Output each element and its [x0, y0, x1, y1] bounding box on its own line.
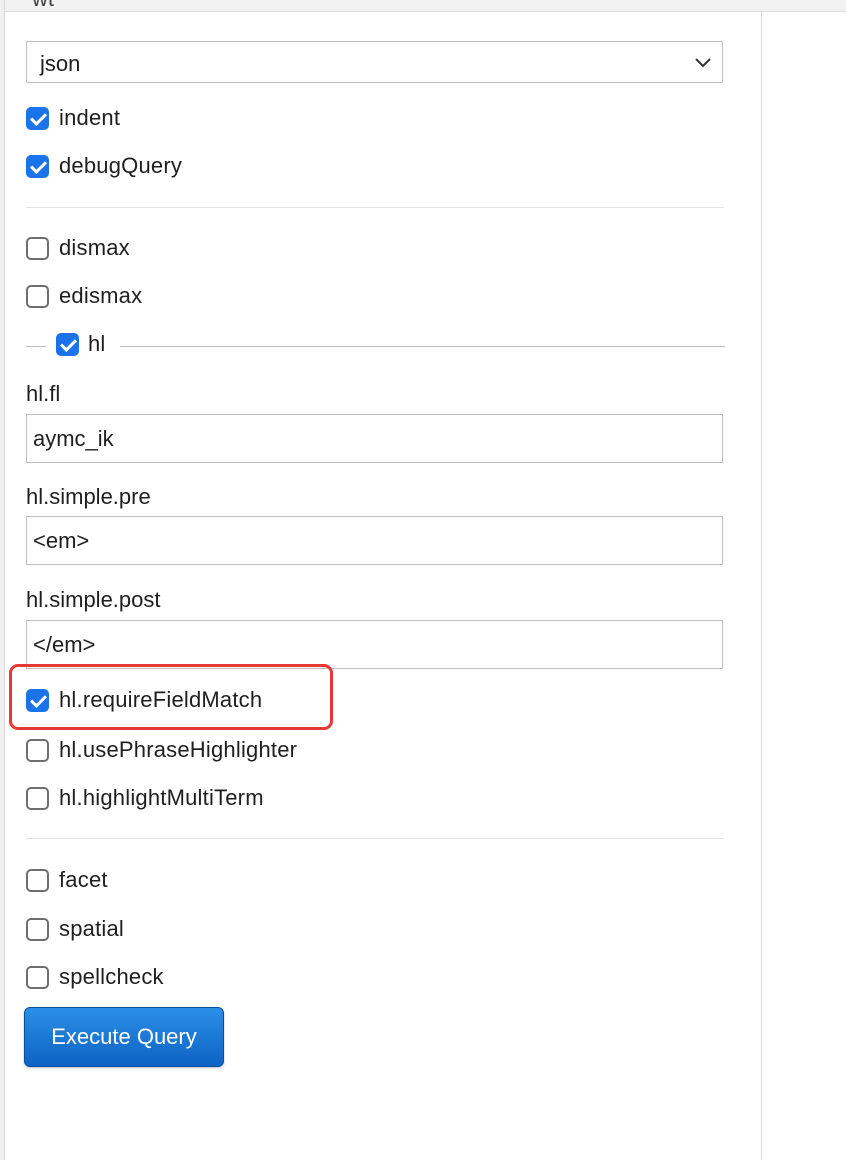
- spatial-checkbox[interactable]: [26, 917, 49, 941]
- hl-simple-pre-label: hl.simple.pre: [26, 484, 151, 509]
- hl-usephrasehighlighter-checkbox[interactable]: [26, 738, 49, 762]
- hl-usephrasehighlighter-option[interactable]: hl.usePhraseHighlighter: [26, 735, 297, 765]
- hl-simple-post-label: hl.simple.post: [26, 587, 161, 612]
- hl-requirefieldmatch-checkbox[interactable]: [26, 688, 49, 712]
- facet-option[interactable]: facet: [26, 865, 108, 895]
- spellcheck-option[interactable]: spellcheck: [26, 962, 164, 992]
- indent-option[interactable]: indent: [26, 103, 120, 133]
- wt-select[interactable]: json: [26, 41, 723, 83]
- hl-fl-input[interactable]: [26, 414, 723, 463]
- hl-simple-pre-input[interactable]: [26, 516, 723, 565]
- hl-highlightmultiterm-checkbox[interactable]: [26, 786, 49, 810]
- edismax-option[interactable]: edismax: [26, 281, 142, 311]
- edismax-label: edismax: [59, 283, 143, 308]
- left-panel-border: [0, 0, 5, 1160]
- debugquery-option[interactable]: debugQuery: [26, 151, 182, 181]
- indent-label: indent: [59, 105, 121, 130]
- dismax-option[interactable]: dismax: [26, 233, 130, 263]
- wt-label: wt: [32, 0, 54, 12]
- hl-simple-post-input[interactable]: [26, 620, 723, 669]
- facet-checkbox[interactable]: [26, 868, 49, 892]
- dismax-label: dismax: [59, 235, 130, 260]
- hl-highlightmultiterm-option[interactable]: hl.highlightMultiTerm: [26, 783, 264, 813]
- spellcheck-checkbox[interactable]: [26, 965, 49, 989]
- browser-top-strip: wt: [0, 0, 846, 12]
- hl-requirefieldmatch-option[interactable]: hl.requireFieldMatch: [26, 685, 262, 715]
- hl-fl-label: hl.fl: [26, 381, 61, 406]
- wt-select-value: json: [40, 51, 81, 76]
- spatial-option[interactable]: spatial: [26, 914, 124, 944]
- hl-requirefieldmatch-label: hl.requireFieldMatch: [59, 687, 263, 712]
- indent-checkbox[interactable]: [26, 106, 49, 130]
- hl-legend-label: hl: [88, 331, 106, 356]
- hl-fieldset-border-left: [26, 346, 46, 347]
- separator: [26, 838, 724, 839]
- chevron-down-icon: [695, 58, 711, 68]
- hl-fieldset-border-right: [120, 346, 725, 347]
- spatial-label: spatial: [59, 916, 124, 941]
- facet-label: facet: [59, 867, 108, 892]
- panel-divider: [761, 12, 762, 1160]
- dismax-checkbox[interactable]: [26, 236, 49, 260]
- execute-query-button[interactable]: Execute Query: [24, 1007, 224, 1067]
- separator: [26, 207, 724, 208]
- hl-checkbox[interactable]: [56, 332, 79, 356]
- debugquery-label: debugQuery: [59, 153, 183, 178]
- hl-highlightmultiterm-label: hl.highlightMultiTerm: [59, 785, 264, 810]
- debugquery-checkbox[interactable]: [26, 154, 49, 178]
- hl-legend[interactable]: hl: [56, 329, 106, 359]
- edismax-checkbox[interactable]: [26, 284, 49, 308]
- hl-usephrasehighlighter-label: hl.usePhraseHighlighter: [59, 737, 298, 762]
- spellcheck-label: spellcheck: [59, 964, 164, 989]
